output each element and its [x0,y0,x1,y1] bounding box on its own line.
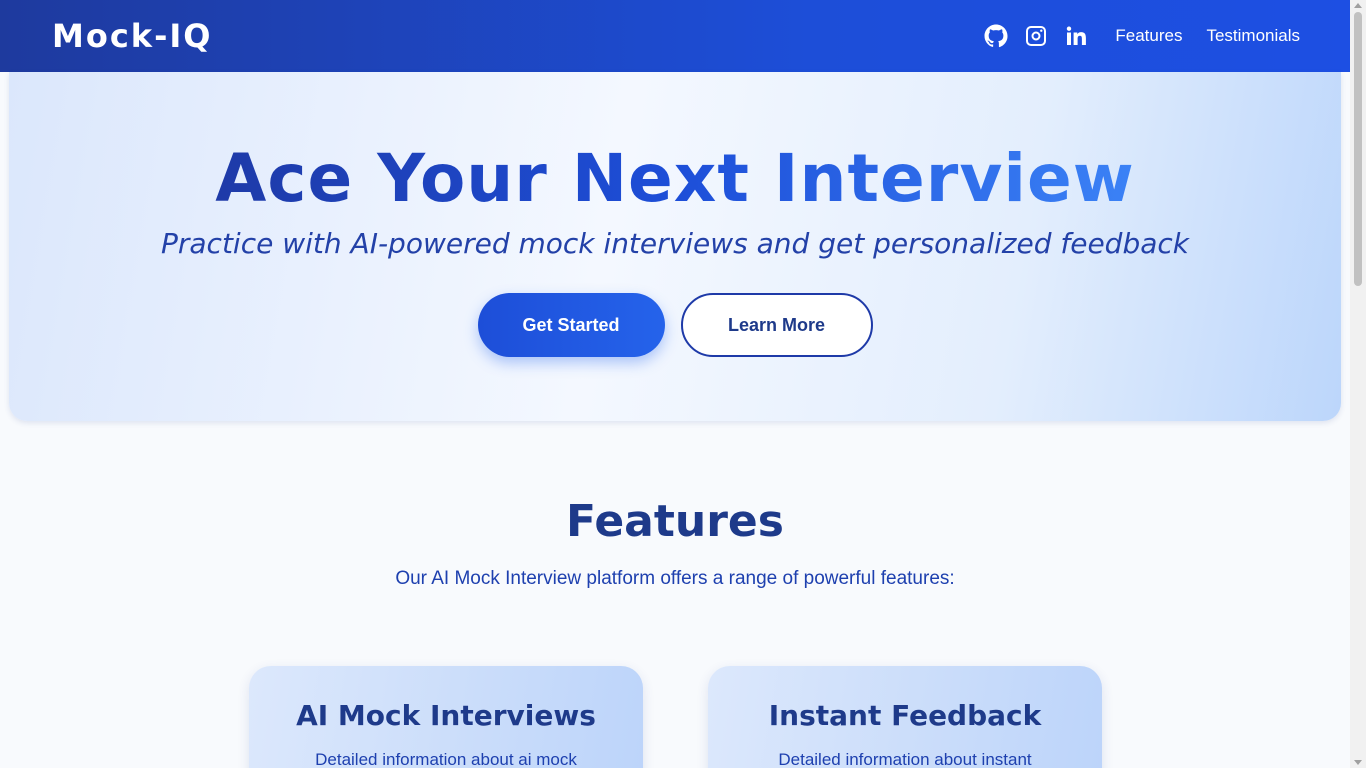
nav-link-testimonials[interactable]: Testimonials [1206,26,1300,46]
nav-right: Features Testimonials [983,23,1300,49]
logo[interactable]: Mock-IQ [52,17,212,55]
get-started-button[interactable]: Get Started [477,293,665,357]
hero-buttons: Get Started Learn More [9,293,1341,357]
hero-section: Ace Your Next Interview Practice with AI… [9,72,1341,421]
github-icon[interactable] [983,23,1009,49]
page: Mock-IQ Features Testimonials Ace Your N… [0,0,1366,768]
linkedin-icon[interactable] [1063,23,1089,49]
scroll-thumb[interactable] [1354,12,1362,286]
features-title: Features [566,496,784,547]
hero-title-wrap: Ace Your Next Interview [9,140,1341,217]
scroll-up-arrow-icon[interactable] [1354,3,1362,8]
learn-more-button[interactable]: Learn More [680,293,873,357]
scroll-down-arrow-icon[interactable] [1354,760,1362,765]
feature-card-description: Detailed information about instant feedb… [778,750,1032,768]
top-navbar: Mock-IQ Features Testimonials [0,0,1350,72]
nav-link-features[interactable]: Features [1115,26,1182,46]
hero-title: Ace Your Next Interview [215,140,1135,217]
hero-subtitle: Practice with AI-powered mock interviews… [161,227,1189,260]
feature-card-title: AI Mock Interviews [296,699,596,732]
vertical-scrollbar[interactable] [1350,0,1366,768]
features-subtitle: Our AI Mock Interview platform offers a … [395,568,955,589]
feature-card-instant-feedback: Instant Feedback Detailed information ab… [708,666,1102,768]
feature-card-ai-mock-interviews: AI Mock Interviews Detailed information … [249,666,643,768]
feature-card-description: Detailed information about ai mock inter… [315,750,577,768]
instagram-icon[interactable] [1023,23,1049,49]
feature-card-title: Instant Feedback [768,699,1042,732]
